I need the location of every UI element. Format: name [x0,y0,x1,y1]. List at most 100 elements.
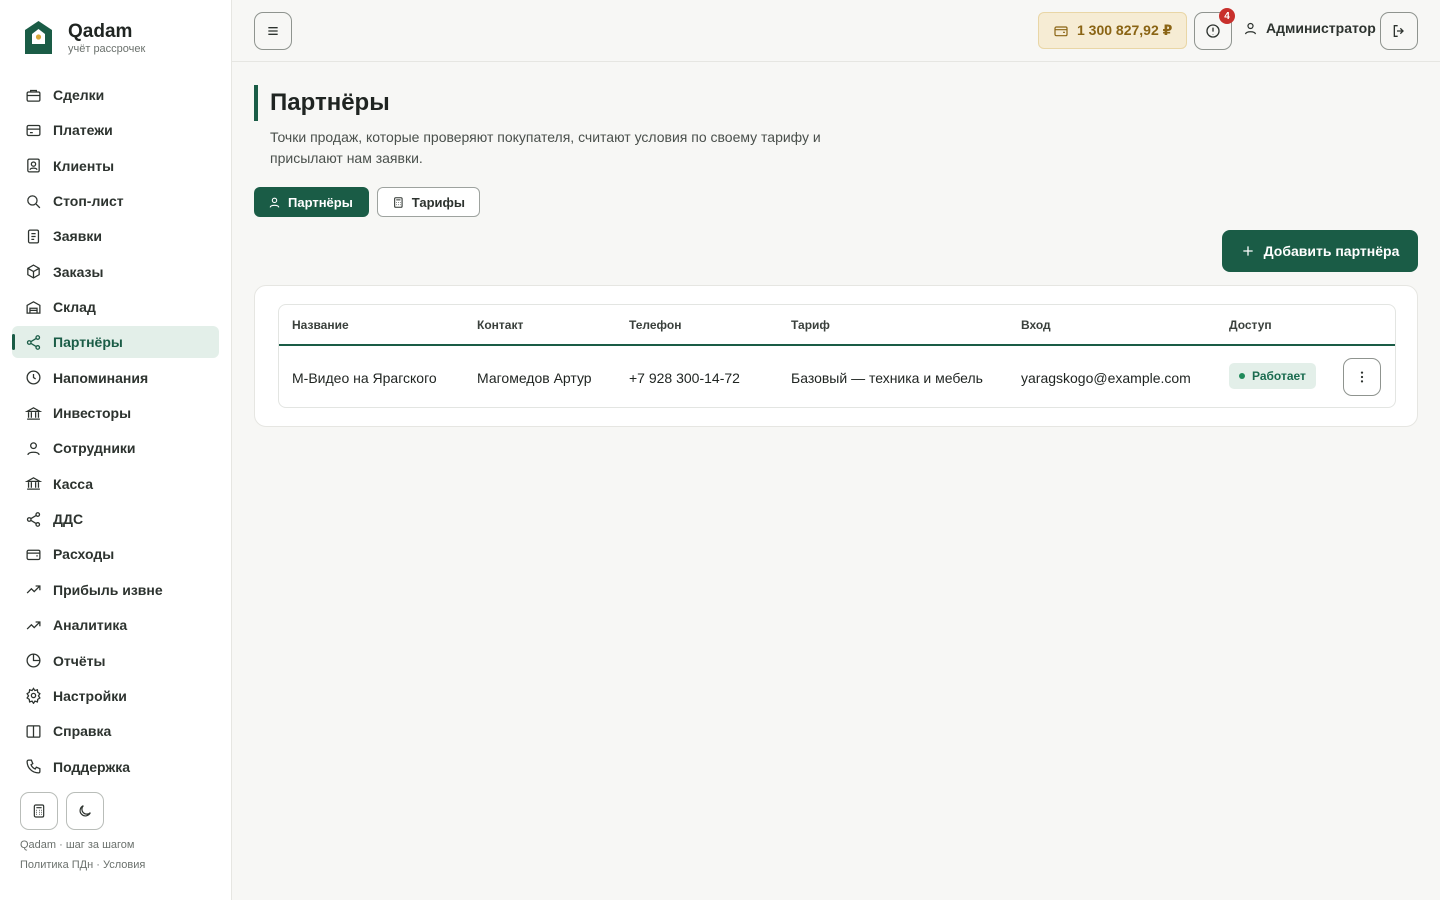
sidebar-item-label: Заказы [53,263,104,280]
box-icon [24,263,42,281]
phone-icon [24,758,42,776]
brand-subtitle: учёт рассрочек [68,42,146,55]
balance-amount: 1 300 827,92 ₽ [1077,22,1173,38]
sidebar-item-support[interactable]: Поддержка [12,751,219,783]
sidebar-item-partners[interactable]: Партнёры [12,326,219,359]
sidebar-item-stop-list[interactable]: Стоп-лист [12,185,219,217]
sidebar-item-expenses[interactable]: Расходы [12,538,219,570]
column-header-access: Доступ [1229,318,1272,332]
sidebar-item-cashflow[interactable]: ДДС [12,503,219,535]
alert-circle-icon [1206,24,1220,38]
add-partner-button[interactable]: Добавить партнёра [1222,230,1418,272]
sidebar-tools [20,792,104,830]
cell-phone: +7 928 300-14-72 [629,370,740,386]
sidebar-item-reports[interactable]: Отчёты [12,645,219,677]
balance-badge[interactable]: 1 300 827,92 ₽ [1038,12,1188,49]
sidebar-item-label: Настройки [53,687,127,704]
sidebar-item-label: Напоминания [53,369,149,386]
warehouse-icon [24,298,42,316]
logo-icon [25,21,52,54]
sidebar-item-label: Склад [53,299,96,316]
row-actions-button[interactable] [1343,358,1381,396]
menu-toggle-button[interactable] [254,12,292,50]
cell-tariff: Базовый — техника и мебель [791,370,983,386]
brand[interactable]: Qadam учёт рассрочек [24,20,145,56]
calculator-icon [33,804,45,818]
sidebar-item-label: ДДС [53,511,84,528]
sidebar-item-warehouse[interactable]: Склад [12,291,219,323]
column-header-tariff: Тариф [791,318,830,332]
user-icon [1244,22,1257,34]
tab-tariffs[interactable]: Тарифы [377,187,480,217]
sidebar-item-label: Прибыль извне [53,581,163,598]
sidebar-item-external-profit[interactable]: Прибыль извне [12,574,219,606]
pie-chart-icon [24,652,42,670]
sidebar-item-label: Сотрудники [53,440,136,457]
contact-card-icon [24,157,42,175]
notifications-count-badge: 4 [1219,8,1235,24]
cell-login: yaragskogo@example.com [1021,370,1191,386]
column-header-name: Название [292,318,349,332]
sidebar-item-label: Партнёры [53,334,123,351]
sidebar-item-label: Поддержка [53,758,131,775]
sidebar-item-help[interactable]: Справка [12,715,219,747]
bank-icon [24,404,42,422]
user-menu[interactable]: Администратор [1243,20,1376,36]
cell-contact: Магомедов Артур [477,370,592,386]
sidebar-item-label: Заявки [53,228,102,245]
logout-button[interactable] [1380,12,1418,50]
sidebar-item-label: Аналитика [53,617,128,634]
column-header-contact: Контакт [477,318,524,332]
sidebar-item-label: Клиенты [53,157,115,174]
share-icon [24,510,42,528]
more-vertical-icon [1360,371,1364,383]
search-icon [24,192,42,210]
sidebar-item-cash[interactable]: Касса [12,468,219,500]
sidebar-item-label: Инвесторы [53,405,132,422]
sidebar-item-label: Расходы [53,546,115,563]
sidebar: Qadam учёт рассрочек Сделки Платежи Клие… [0,0,232,900]
document-icon [24,227,42,245]
sidebar-item-label: Касса [53,475,94,492]
tab-label: Тарифы [411,194,465,210]
sidebar-footer-tagline: Qadam · шаг за шагом [20,839,135,851]
share-icon [24,333,42,351]
sidebar-item-payments[interactable]: Платежи [12,114,219,146]
add-partner-label: Добавить партнёра [1263,243,1400,259]
status-badge: Работает [1229,363,1316,389]
sidebar-item-clients[interactable]: Клиенты [12,150,219,182]
moon-icon [79,805,91,817]
sidebar-item-orders[interactable]: Заказы [12,256,219,288]
calculator-button[interactable] [20,792,58,830]
user-name: Администратор [1266,20,1376,36]
sidebar-item-requests[interactable]: Заявки [12,220,219,252]
tab-label: Партнёры [288,194,353,210]
trending-up-icon [24,581,42,599]
topbar: 1 300 827,92 ₽ 4 Администратор [232,0,1440,62]
wallet-icon [24,545,42,563]
sidebar-item-label: Справка [53,723,112,740]
tab-partners[interactable]: Партнёры [254,187,369,217]
credit-card-icon [24,121,42,139]
book-icon [24,722,42,740]
logout-icon [1393,25,1404,37]
gear-icon [24,687,42,705]
sidebar-footer-links[interactable]: Политика ПДн · Условия [20,859,145,871]
briefcase-icon [24,86,42,104]
sidebar-item-label: Отчёты [53,652,106,669]
sidebar-item-employees[interactable]: Сотрудники [12,432,219,464]
title-accent-bar [254,85,258,121]
sidebar-item-reminders[interactable]: Напоминания [12,362,219,394]
brand-name: Qadam [68,20,133,42]
partners-card: Название Контакт Телефон Тариф Вход Дост… [254,285,1418,427]
sidebar-item-deals[interactable]: Сделки [12,79,219,111]
sidebar-item-analytics[interactable]: Аналитика [12,609,219,641]
theme-toggle-button[interactable] [66,792,104,830]
user-icon [269,197,280,208]
cell-name: М-Видео на Ярагского [292,370,437,386]
wallet-icon [1054,25,1068,36]
partners-table: Название Контакт Телефон Тариф Вход Дост… [278,304,1396,408]
trending-up-icon [24,616,42,634]
sidebar-item-investors[interactable]: Инвесторы [12,397,219,429]
sidebar-item-settings[interactable]: Настройки [12,680,219,712]
